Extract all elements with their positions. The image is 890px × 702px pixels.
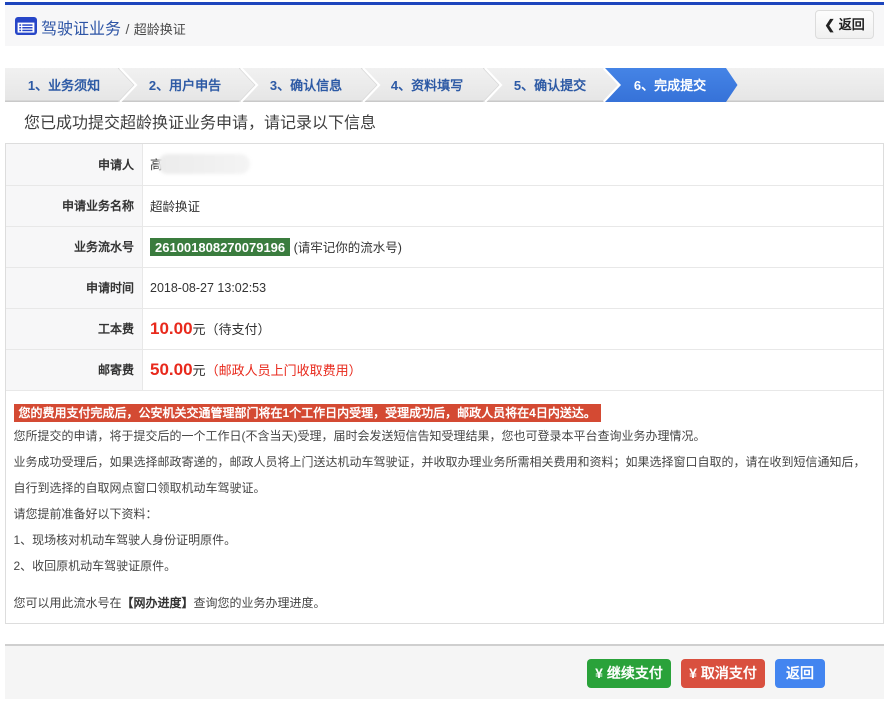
svg-text:6、完成提交: 6、完成提交	[634, 78, 706, 93]
svg-text:3、确认信息: 3、确认信息	[270, 78, 342, 93]
svg-text:5、确认提交: 5、确认提交	[514, 78, 586, 93]
svg-text:2、用户申告: 2、用户申告	[149, 78, 221, 93]
svg-text:1、业务须知: 1、业务须知	[28, 78, 100, 93]
svg-text:4、资料填写: 4、资料填写	[391, 78, 463, 93]
